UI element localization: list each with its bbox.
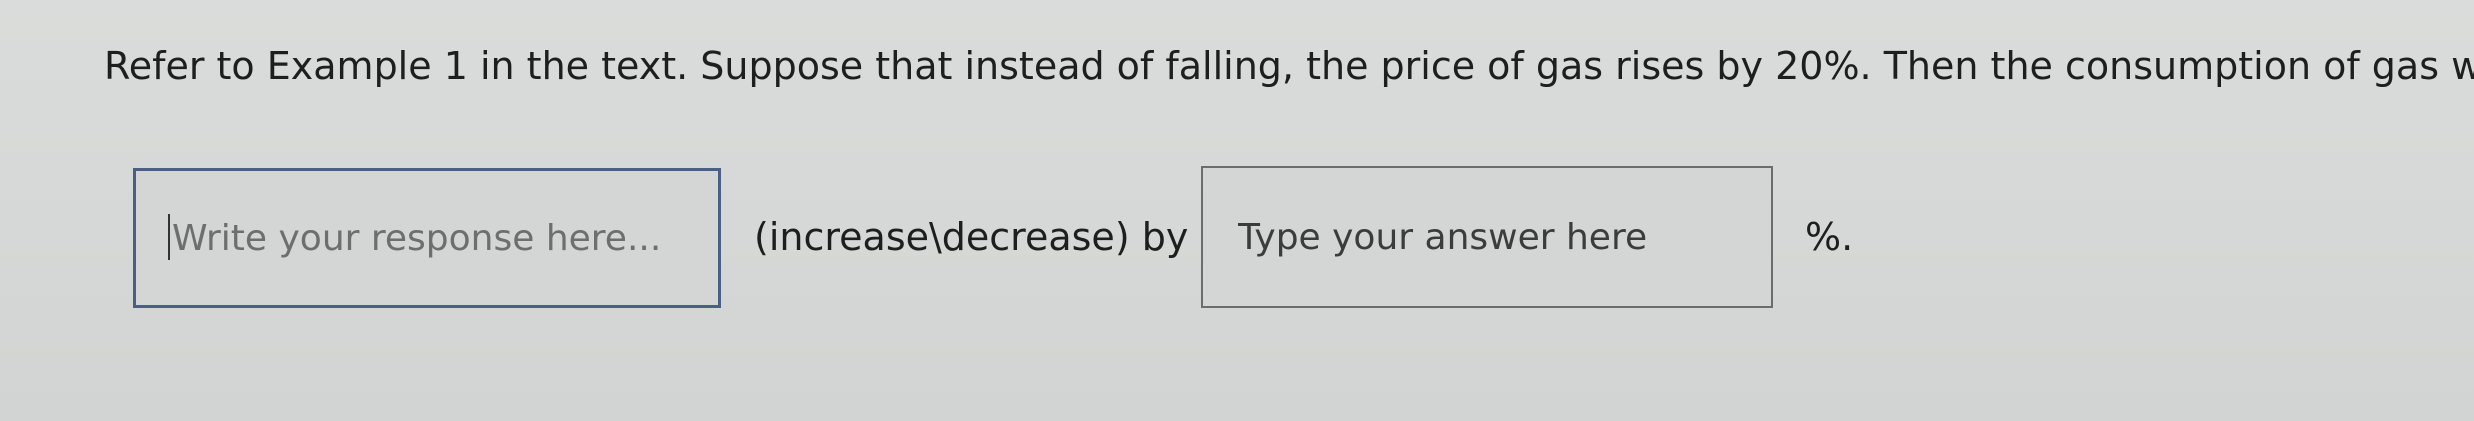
percent-label: %. bbox=[1805, 215, 1854, 259]
direction-label: (increase\decrease) by bbox=[754, 215, 1189, 259]
answer-input[interactable] bbox=[1201, 166, 1773, 308]
response-input[interactable] bbox=[133, 168, 721, 308]
question-text: Refer to Example 1 in the text. Suppose … bbox=[104, 44, 2474, 88]
text-caret bbox=[168, 214, 170, 260]
